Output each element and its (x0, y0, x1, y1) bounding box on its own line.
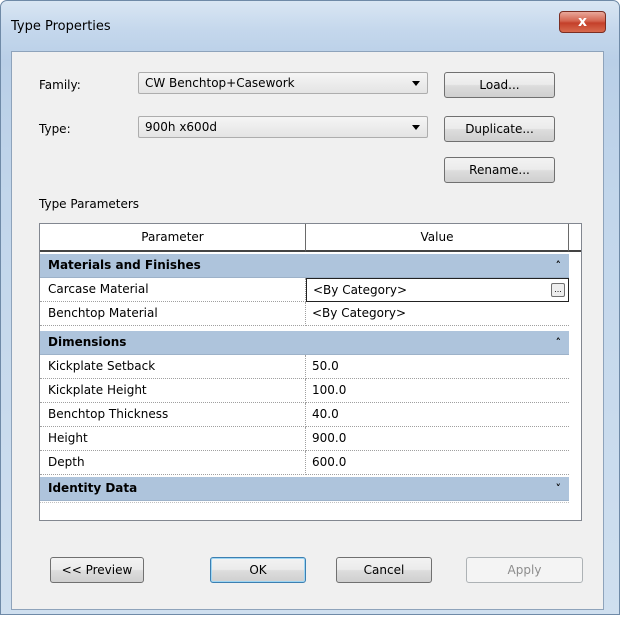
table-row[interactable]: Depth 600.0 (40, 451, 569, 475)
table-row[interactable]: Benchtop Thickness 40.0 (40, 403, 569, 427)
chevron-down-icon (412, 81, 420, 86)
browse-ellipsis-button[interactable]: ... (551, 283, 565, 297)
collapse-chevron-icon[interactable]: ˄ (556, 331, 562, 354)
close-button[interactable]: x (559, 11, 606, 33)
family-dropdown[interactable]: CW Benchtop+Casework (138, 72, 428, 94)
dialog-title: Type Properties (11, 19, 111, 34)
table-row[interactable]: Kickplate Setback 50.0 (40, 355, 569, 379)
parameter-name: Kickplate Setback (40, 355, 306, 379)
type-properties-dialog: Type Properties x Family: CW Benchtop+Ca… (0, 0, 620, 615)
grid-scrollbar[interactable] (569, 252, 581, 520)
parameter-name: Height (40, 427, 306, 451)
grid-divider (40, 502, 569, 504)
family-label: Family: (39, 78, 81, 92)
chevron-down-icon (412, 125, 420, 130)
parameter-name: Carcase Material (40, 278, 306, 302)
parameter-name: Benchtop Thickness (40, 403, 306, 427)
table-row[interactable]: Height 900.0 (40, 427, 569, 451)
type-dropdown[interactable]: 900h x600d (138, 116, 428, 138)
cancel-button[interactable]: Cancel (336, 557, 432, 583)
parameter-name: Benchtop Material (40, 302, 306, 326)
column-header-parameter[interactable]: Parameter (40, 224, 306, 252)
ok-button[interactable]: OK (210, 557, 306, 583)
expand-chevron-icon[interactable]: ˅ (556, 477, 562, 500)
parameter-value[interactable]: 40.0 (306, 403, 569, 427)
duplicate-button[interactable]: Duplicate... (444, 116, 555, 142)
type-parameters-label: Type Parameters (39, 197, 140, 211)
group-label: Identity Data (48, 481, 138, 495)
family-dropdown-value: CW Benchtop+Casework (145, 76, 295, 90)
group-materials-and-finishes[interactable]: Materials and Finishes ˄ (40, 254, 569, 278)
column-header-value[interactable]: Value (306, 224, 569, 252)
group-label: Materials and Finishes (48, 258, 201, 272)
table-row[interactable]: Kickplate Height 100.0 (40, 379, 569, 403)
load-button[interactable]: Load... (444, 72, 555, 98)
parameter-name: Kickplate Height (40, 379, 306, 403)
group-identity-data[interactable]: Identity Data ˅ (40, 477, 569, 501)
parameter-value-field[interactable]: <By Category> ... (306, 278, 569, 302)
type-dropdown-value: 900h x600d (145, 120, 217, 134)
rename-button[interactable]: Rename... (444, 157, 555, 183)
parameter-value: <By Category> (313, 283, 408, 297)
group-dimensions[interactable]: Dimensions ˄ (40, 331, 569, 355)
parameter-name: Depth (40, 451, 306, 475)
type-label: Type: (39, 122, 71, 136)
parameter-value[interactable]: 100.0 (306, 379, 569, 403)
parameter-value[interactable]: 600.0 (306, 451, 569, 475)
apply-button[interactable]: Apply (466, 557, 583, 583)
column-header-filler (569, 224, 581, 252)
collapse-chevron-icon[interactable]: ˄ (556, 254, 562, 277)
type-parameters-grid: Parameter Value Materials and Finishes ˄… (39, 223, 582, 521)
group-label: Dimensions (48, 335, 127, 349)
parameter-value[interactable]: 900.0 (306, 427, 569, 451)
preview-button[interactable]: << Preview (50, 557, 144, 583)
table-row[interactable]: Carcase Material <By Category> ... (40, 278, 569, 302)
table-row[interactable]: Benchtop Material <By Category> (40, 302, 569, 326)
parameter-value[interactable]: <By Category> (306, 302, 569, 326)
parameter-value[interactable]: 50.0 (306, 355, 569, 379)
